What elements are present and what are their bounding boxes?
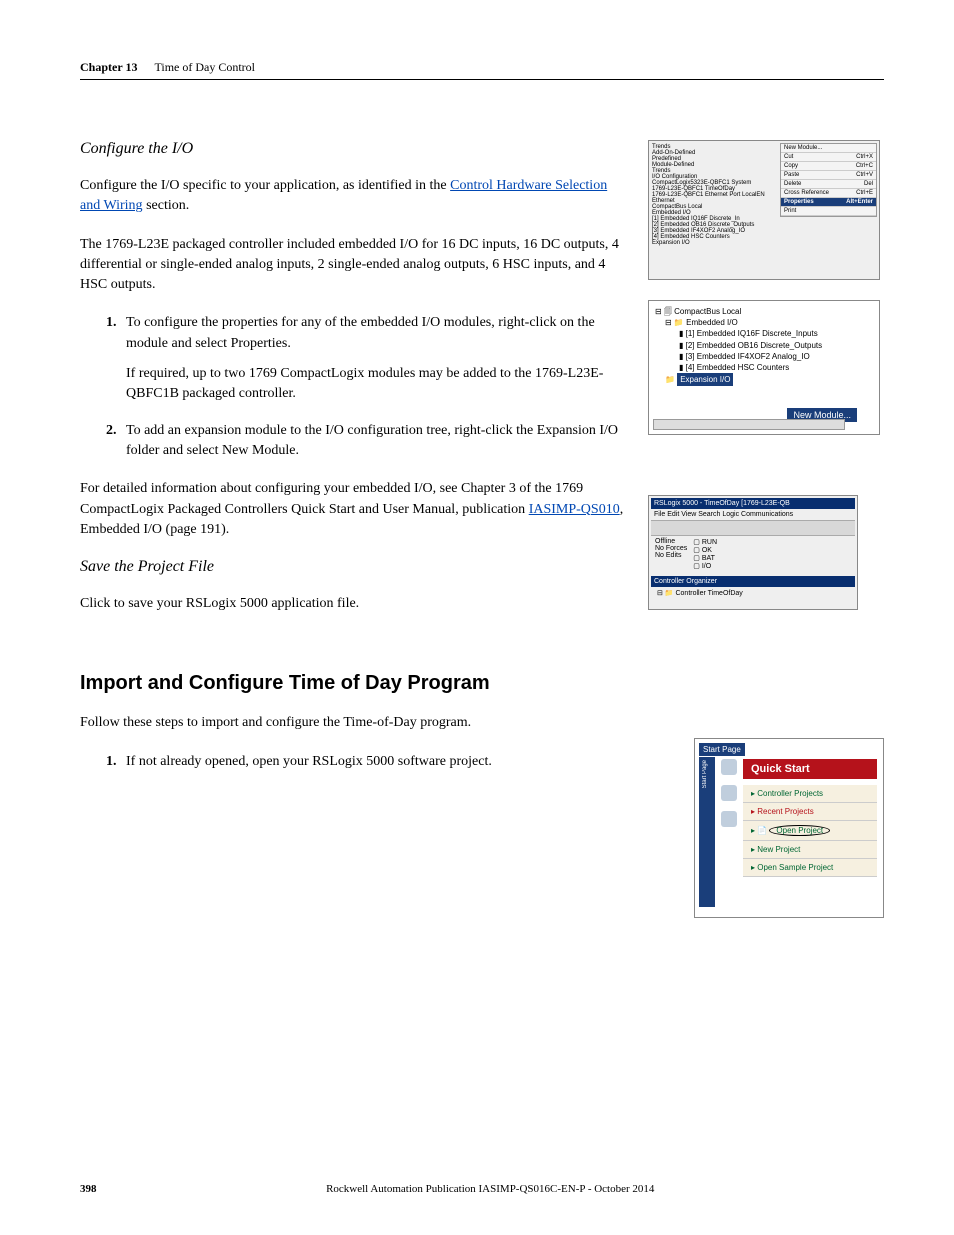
text: section. — [143, 198, 190, 213]
embedded-io-item[interactable]: ▮ [3] Embedded IF4XOF2 Analog_IO — [679, 351, 873, 362]
menu-item[interactable]: PasteCtrl+V — [781, 171, 876, 180]
quick-start-item[interactable]: ▸ 📄 Open Project — [743, 821, 877, 841]
text: Configure the I/O specific to your appli… — [80, 178, 450, 193]
arrow-icon[interactable] — [721, 759, 737, 775]
text: For detailed information about configuri… — [80, 481, 583, 516]
status-label: No Edits — [655, 552, 687, 559]
controller-organizer-label: Controller Organizer — [651, 576, 855, 587]
embedded-io-item[interactable]: ▮ [1] Embedded IQ16F Discrete_Inputs — [679, 328, 873, 339]
header-rule — [80, 79, 884, 80]
expansion-io-screenshot: ⊟ 🗐 CompactBus Local ⊟ 📁 Embedded I/O ▮ … — [648, 300, 880, 435]
step-1-text: To configure the properties for any of t… — [126, 315, 595, 350]
context-menu: New Module...CutCtrl+XCopyCtrl+CPasteCtr… — [780, 143, 877, 217]
step-1-extra: If required, up to two 1769 CompactLogix… — [126, 364, 630, 405]
import-steps: If not already opened, open your RSLogix… — [80, 752, 630, 772]
embedded-io-item[interactable]: ▮ [2] Embedded OB16 Discrete_Outputs — [679, 340, 873, 351]
quick-start-item[interactable]: ▸ New Project — [743, 841, 877, 859]
io-config-tree-screenshot: TrendsAdd-On-DefinedPredefinedModule-Def… — [648, 140, 880, 280]
status-label: No Forces — [655, 545, 687, 552]
rslogix-window-screenshot: RSLogix 5000 - TimeOfDay [1769-L23E-QB F… — [648, 495, 858, 610]
expansion-io-label: Expansion I/O — [677, 373, 733, 386]
quick-start-item[interactable]: ▸ Open Sample Project — [743, 859, 877, 877]
sidebar-icons — [719, 759, 739, 827]
embedded-io-label: Embedded I/O — [686, 318, 738, 327]
chapter-label: Chapter 13 — [80, 60, 137, 74]
start-page-tab[interactable]: Start Page — [699, 743, 745, 756]
import-para1: Follow these steps to import and configu… — [80, 713, 630, 733]
status-label: Offline — [655, 538, 687, 545]
quick-start-item[interactable]: ▸ Recent Projects — [743, 803, 877, 821]
menu-item[interactable]: CopyCtrl+C — [781, 162, 876, 171]
menu-item[interactable]: New Module... — [781, 144, 876, 153]
quick-start-item[interactable]: ▸ Controller Projects — [743, 785, 877, 803]
menu-item[interactable]: Cross ReferenceCtrl+E — [781, 189, 876, 198]
quick-start-screenshot: Start Page Start Page Quick Start ▸ Cont… — [694, 738, 884, 918]
status-indicator: ▢ RUN — [693, 538, 717, 546]
doc-icon[interactable] — [721, 785, 737, 801]
page-footer: 398 Rockwell Automation Publication IASI… — [80, 1183, 884, 1195]
menu-item[interactable]: Print — [781, 207, 876, 216]
configure-io-para3: For detailed information about configuri… — [80, 479, 630, 540]
menu-item[interactable]: CutCtrl+X — [781, 153, 876, 162]
configure-io-steps: To configure the properties for any of t… — [80, 313, 630, 461]
start-page-sidebar: Start Page — [699, 757, 715, 907]
menu-item[interactable]: PropertiesAlt+Enter — [781, 198, 876, 207]
tree-item[interactable]: Expansion I/O — [652, 240, 777, 246]
menu-item[interactable]: DeleteDel — [781, 180, 876, 189]
card-icon[interactable] — [721, 811, 737, 827]
step-2-text: To add an expansion module to the I/O co… — [126, 423, 618, 458]
import-step-1-text: If not already opened, open your RSLogix… — [126, 754, 492, 769]
status-indicator: ▢ I/O — [693, 562, 717, 570]
step-2: To add an expansion module to the I/O co… — [120, 421, 630, 462]
configure-io-heading: Configure the I/O — [80, 140, 630, 158]
menu-bar[interactable]: File Edit View Search Logic Communicatio… — [651, 509, 855, 521]
step-1: To configure the properties for any of t… — [120, 313, 630, 404]
window-title: RSLogix 5000 - TimeOfDay [1769-L23E-QB — [651, 498, 855, 509]
save-project-para: Click to save your RSLogix 5000 applicat… — [80, 594, 630, 614]
configure-io-para2: The 1769-L23E packaged controller includ… — [80, 235, 630, 296]
iasimp-qs010-link[interactable]: IASIMP-QS010 — [529, 502, 620, 517]
page-number: 398 — [80, 1183, 97, 1195]
status-indicator: ▢ OK — [693, 546, 717, 554]
chapter-title: Time of Day Control — [154, 60, 255, 74]
page-header: Chapter 13 Time of Day Control — [80, 60, 884, 75]
import-configure-heading: Import and Configure Time of Day Program — [80, 672, 884, 695]
horizontal-scrollbar[interactable] — [653, 419, 845, 430]
status-indicator: ▢ BAT — [693, 554, 717, 562]
import-step-1: If not already opened, open your RSLogix… — [120, 752, 630, 772]
controller-timeofday-label: Controller TimeOfDay — [675, 590, 742, 597]
quick-start-header: Quick Start — [743, 759, 877, 779]
save-project-heading: Save the Project File — [80, 558, 630, 576]
toolbar[interactable] — [651, 521, 855, 536]
configure-io-para1: Configure the I/O specific to your appli… — [80, 176, 630, 217]
compactbus-label: CompactBus Local — [674, 307, 741, 316]
embedded-io-item[interactable]: ▮ [4] Embedded HSC Counters — [679, 362, 873, 373]
publication-info: Rockwell Automation Publication IASIMP-Q… — [97, 1183, 885, 1195]
